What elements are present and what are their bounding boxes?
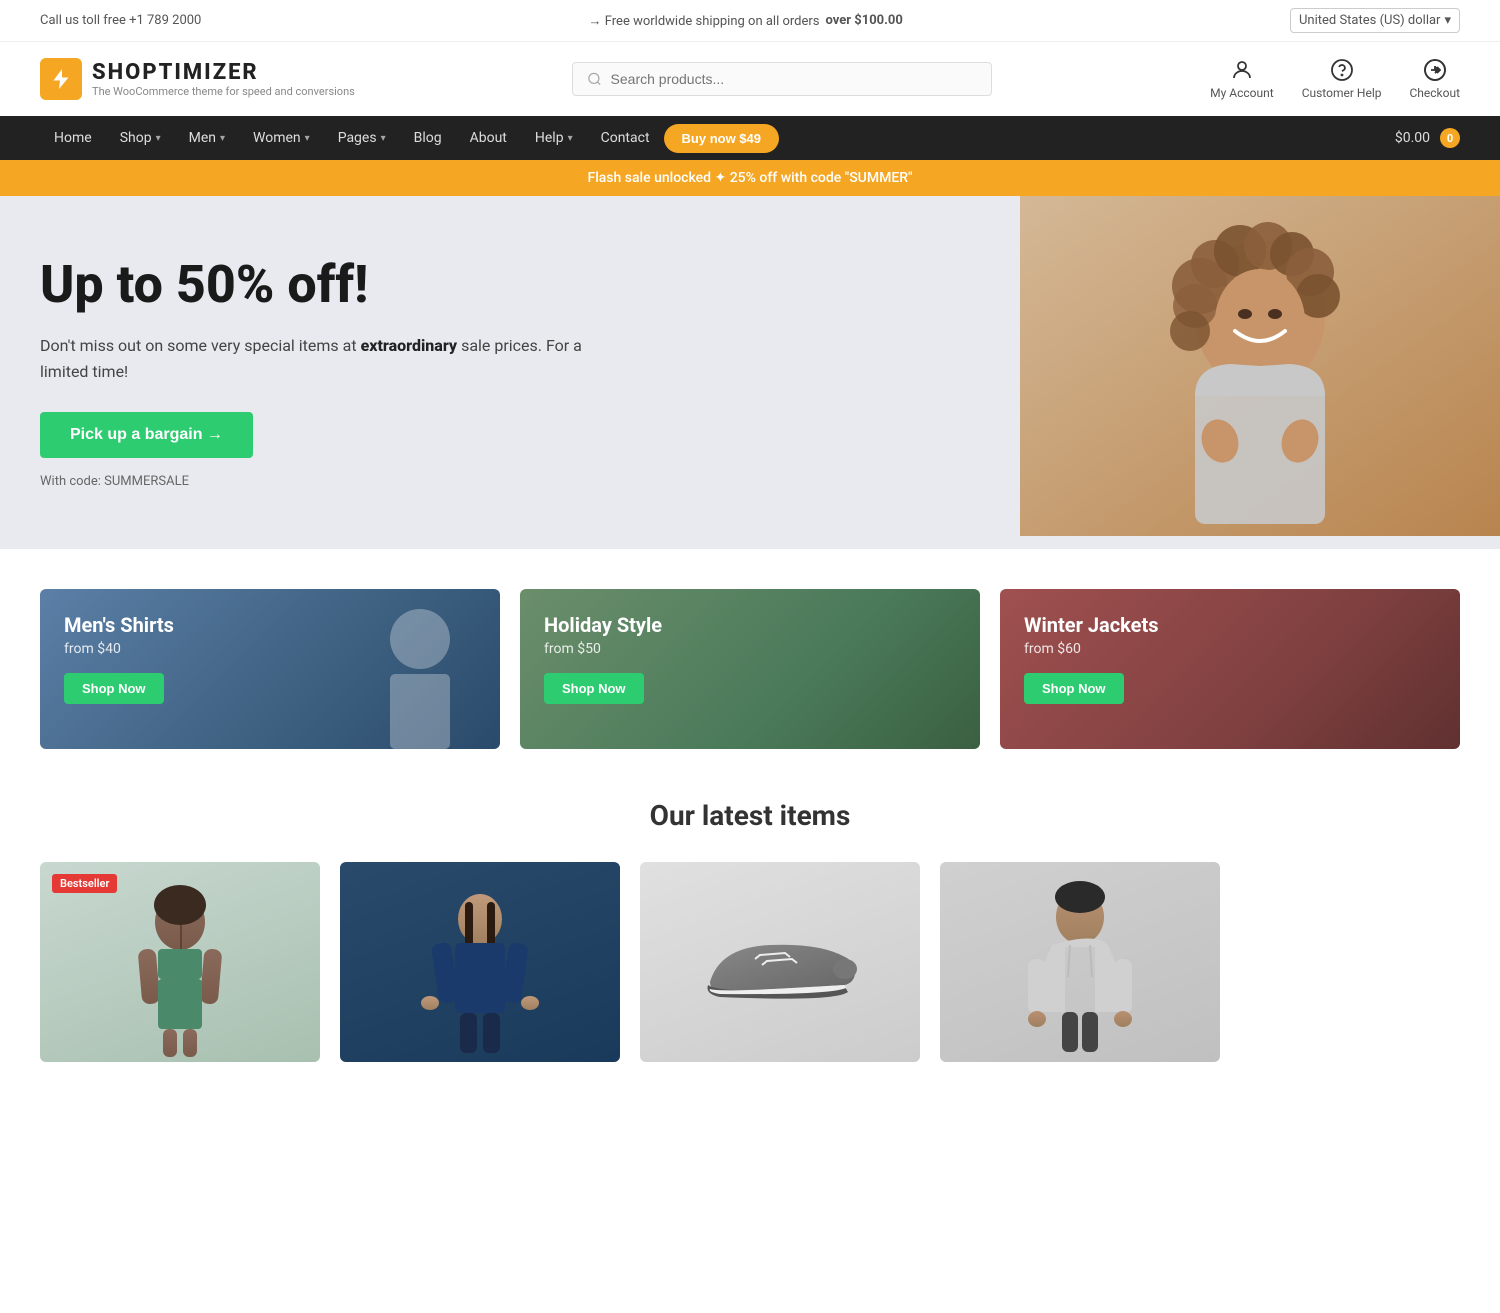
flash-sale-banner: Flash sale unlocked ✦ 25% off with code … xyxy=(0,160,1500,196)
category-content-2: Holiday Style from $50 Shop Now xyxy=(520,589,980,728)
cart-price: $0.00 xyxy=(1395,130,1430,146)
product-person-female-1 xyxy=(110,867,250,1057)
product-image-2 xyxy=(640,862,920,1062)
currency-label: United States (US) dollar xyxy=(1299,13,1441,28)
hero-description: Don't miss out on some very special item… xyxy=(40,333,600,384)
help-icon xyxy=(1330,58,1354,82)
category-btn-1[interactable]: Shop Now xyxy=(64,673,164,704)
category-title-2: Holiday Style xyxy=(544,613,956,637)
product-image-3 xyxy=(940,862,1220,1062)
lightning-icon xyxy=(49,67,73,91)
category-card-mens-shirts[interactable]: Men's Shirts from $40 Shop Now xyxy=(40,589,500,749)
product-person-female-2 xyxy=(410,867,550,1057)
hero-section: Up to 50% off! Don't miss out on some ve… xyxy=(0,196,1500,549)
cart-count: 0 xyxy=(1440,128,1460,148)
currency-dropdown[interactable]: United States (US) dollar ▾ xyxy=(1290,8,1460,33)
shipping-info: → Free worldwide shipping on all orders … xyxy=(589,13,903,29)
nav-item-pages[interactable]: Pages ▾ xyxy=(324,116,400,160)
nav-item-shop[interactable]: Shop ▾ xyxy=(106,116,175,160)
search-bar[interactable] xyxy=(572,62,992,96)
header-actions: My Account Customer Help Checkout xyxy=(1210,58,1460,100)
women-chevron: ▾ xyxy=(305,133,310,144)
category-content-1: Men's Shirts from $40 Shop Now xyxy=(40,589,500,728)
search-icon xyxy=(587,71,602,87)
phone-label: Call us toll free +1 789 2000 xyxy=(40,13,201,28)
product-image-1 xyxy=(340,862,620,1062)
category-content-3: Winter Jackets from $60 Shop Now xyxy=(1000,589,1460,728)
top-bar: Call us toll free +1 789 2000 → Free wor… xyxy=(0,0,1500,42)
help-chevron: ▾ xyxy=(568,133,573,144)
hero-desc-prefix: Don't miss out on some very special item… xyxy=(40,336,357,355)
nav-item-blog[interactable]: Blog xyxy=(400,116,456,160)
category-price-1: from $40 xyxy=(64,641,476,657)
hero-promo-code: With code: SUMMERSALE xyxy=(40,474,600,489)
latest-items-title: Our latest items xyxy=(0,749,1500,862)
category-price-3: from $60 xyxy=(1024,641,1436,657)
hero-cta-button[interactable]: Pick up a bargain → xyxy=(40,412,253,458)
my-account-link[interactable]: My Account xyxy=(1210,58,1274,100)
bestseller-badge: Bestseller xyxy=(52,874,117,893)
site-header: SHOPTIMIZER The WooCommerce theme for sp… xyxy=(0,42,1500,116)
product-card-2[interactable] xyxy=(640,862,920,1062)
checkout-label: Checkout xyxy=(1409,86,1460,100)
nav-item-men[interactable]: Men ▾ xyxy=(175,116,239,160)
site-logo[interactable]: SHOPTIMIZER The WooCommerce theme for sp… xyxy=(40,58,355,100)
logo-icon xyxy=(40,58,82,100)
cart-info: $0.00 0 xyxy=(1395,128,1460,148)
category-card-winter[interactable]: Winter Jackets from $60 Shop Now xyxy=(1000,589,1460,749)
category-section: Men's Shirts from $40 Shop Now Holiday S… xyxy=(0,549,1500,749)
shipping-text: → Free worldwide shipping on all orders xyxy=(589,13,820,29)
category-title-1: Men's Shirts xyxy=(64,613,476,637)
buy-now-button[interactable]: Buy now $49 xyxy=(664,124,779,153)
hero-desc-highlight: extraordinary xyxy=(361,336,458,355)
category-card-holiday[interactable]: Holiday Style from $50 Shop Now xyxy=(520,589,980,749)
search-input[interactable] xyxy=(611,71,978,87)
checkout-link[interactable]: Checkout xyxy=(1409,58,1460,100)
flash-sale-text: Flash sale unlocked ✦ 25% off with code … xyxy=(587,170,912,186)
product-person-male xyxy=(1010,867,1150,1057)
category-title-3: Winter Jackets xyxy=(1024,613,1436,637)
nav-item-help[interactable]: Help ▾ xyxy=(521,116,587,160)
nav-items: Home Shop ▾ Men ▾ Women ▾ Pages ▾ Blog A… xyxy=(40,116,779,160)
shipping-amount: over $100.00 xyxy=(826,13,903,28)
category-price-2: from $50 xyxy=(544,641,956,657)
category-btn-2[interactable]: Shop Now xyxy=(544,673,644,704)
products-grid: Bestseller xyxy=(0,862,1500,1102)
user-icon xyxy=(1230,58,1254,82)
logo-text: SHOPTIMIZER The WooCommerce theme for sp… xyxy=(92,60,355,98)
product-card-0[interactable]: Bestseller xyxy=(40,862,320,1062)
hero-title: Up to 50% off! xyxy=(40,256,600,313)
my-account-label: My Account xyxy=(1210,86,1274,100)
nav-item-women[interactable]: Women ▾ xyxy=(239,116,324,160)
main-nav: Home Shop ▾ Men ▾ Women ▾ Pages ▾ Blog A… xyxy=(0,116,1500,160)
hero-content: Up to 50% off! Don't miss out on some ve… xyxy=(40,256,600,489)
checkout-icon xyxy=(1423,58,1447,82)
pages-chevron: ▾ xyxy=(381,133,386,144)
nav-item-home[interactable]: Home xyxy=(40,116,106,160)
nav-item-about[interactable]: About xyxy=(456,116,521,160)
product-card-1[interactable] xyxy=(340,862,620,1062)
customer-help-link[interactable]: Customer Help xyxy=(1302,58,1382,100)
category-btn-3[interactable]: Shop Now xyxy=(1024,673,1124,704)
men-chevron: ▾ xyxy=(220,133,225,144)
customer-help-label: Customer Help xyxy=(1302,86,1382,100)
chevron-down-icon: ▾ xyxy=(1444,13,1451,28)
product-card-3[interactable] xyxy=(940,862,1220,1062)
hero-person-illustration xyxy=(1020,196,1500,536)
product-shoe xyxy=(690,907,870,1017)
nav-item-contact[interactable]: Contact xyxy=(587,116,664,160)
logo-tagline: The WooCommerce theme for speed and conv… xyxy=(92,85,355,98)
hero-image xyxy=(1020,196,1500,549)
logo-name: SHOPTIMIZER xyxy=(92,60,355,85)
currency-selector[interactable]: United States (US) dollar ▾ xyxy=(1290,8,1460,33)
shop-chevron: ▾ xyxy=(156,133,161,144)
